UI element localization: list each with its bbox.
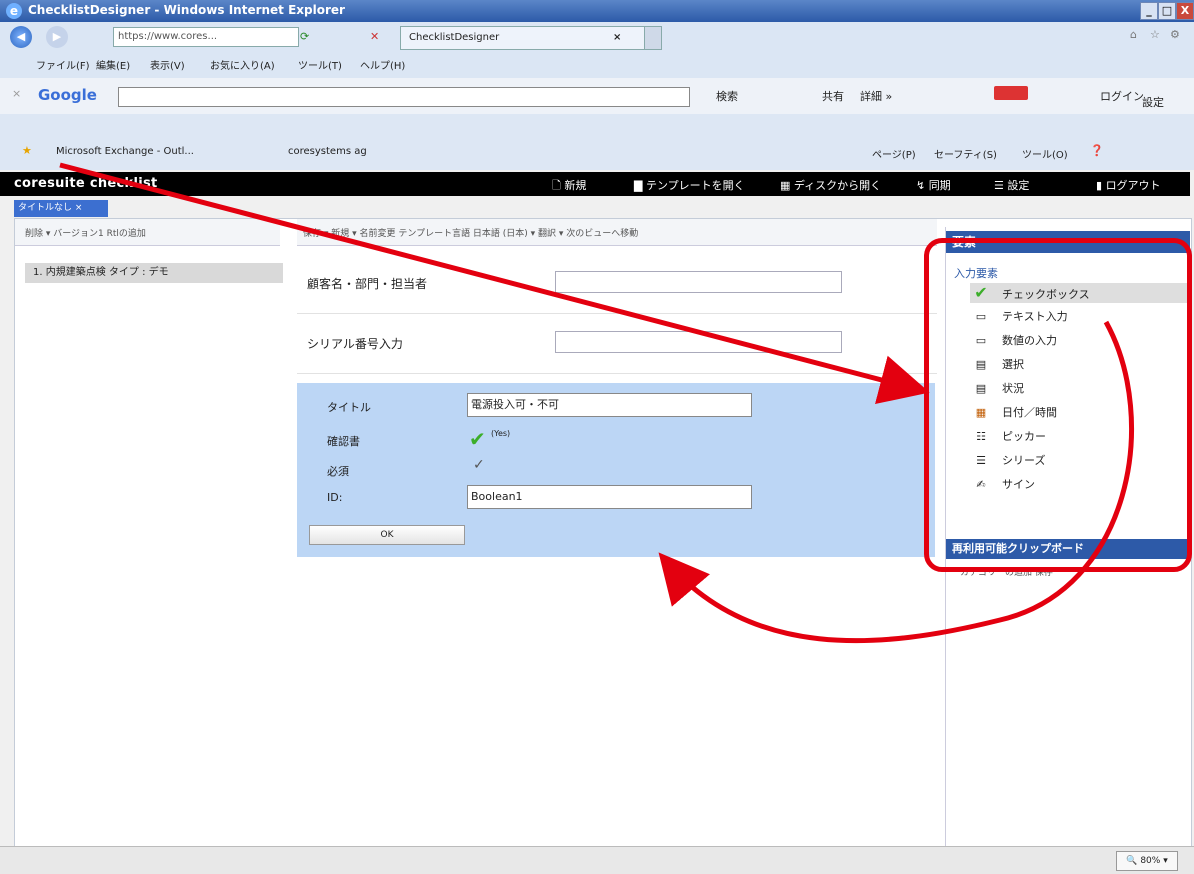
annotation-arrow-straight <box>59 162 930 405</box>
status-bar: 🔍 80% ▾ <box>0 846 1194 874</box>
annotation-arrow-curved <box>658 320 1134 644</box>
annotation-arrows <box>59 162 1134 644</box>
zoom-control[interactable]: 🔍 80% ▾ <box>1116 851 1178 871</box>
zoom-value: 80% <box>1140 856 1161 866</box>
